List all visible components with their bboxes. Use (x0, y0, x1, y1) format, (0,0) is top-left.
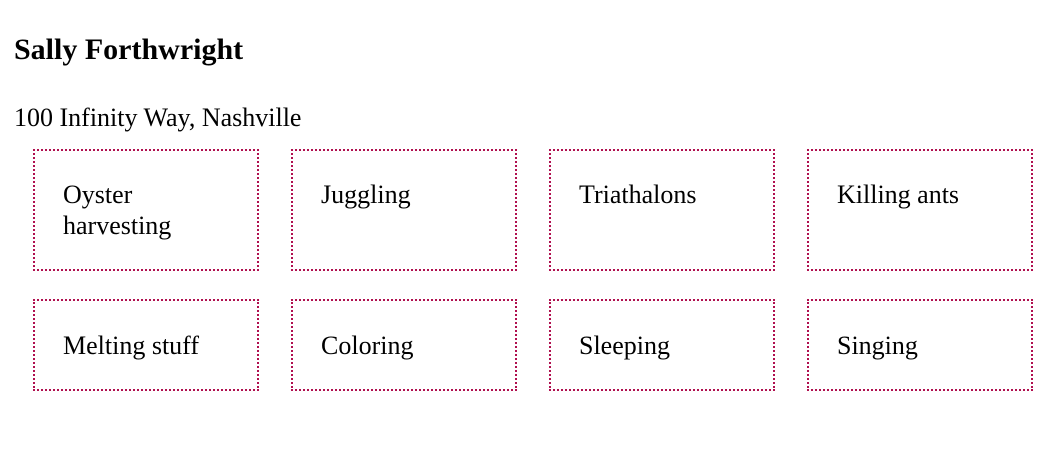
hobby-card: Juggling (291, 149, 517, 271)
hobby-card: Oyster harvesting (33, 149, 259, 271)
profile-name: Sally Forthwright (14, 33, 244, 66)
hobbies-grid: Oyster harvesting Juggling Triathalons K… (33, 149, 1037, 391)
hobby-card: Melting stuff (33, 299, 259, 391)
hobby-card: Killing ants (807, 149, 1033, 271)
hobby-card: Triathalons (549, 149, 775, 271)
hobby-card: Sleeping (549, 299, 775, 391)
profile-address: 100 Infinity Way, Nashville (14, 103, 302, 132)
hobby-card: Singing (807, 299, 1033, 391)
hobby-card: Coloring (291, 299, 517, 391)
